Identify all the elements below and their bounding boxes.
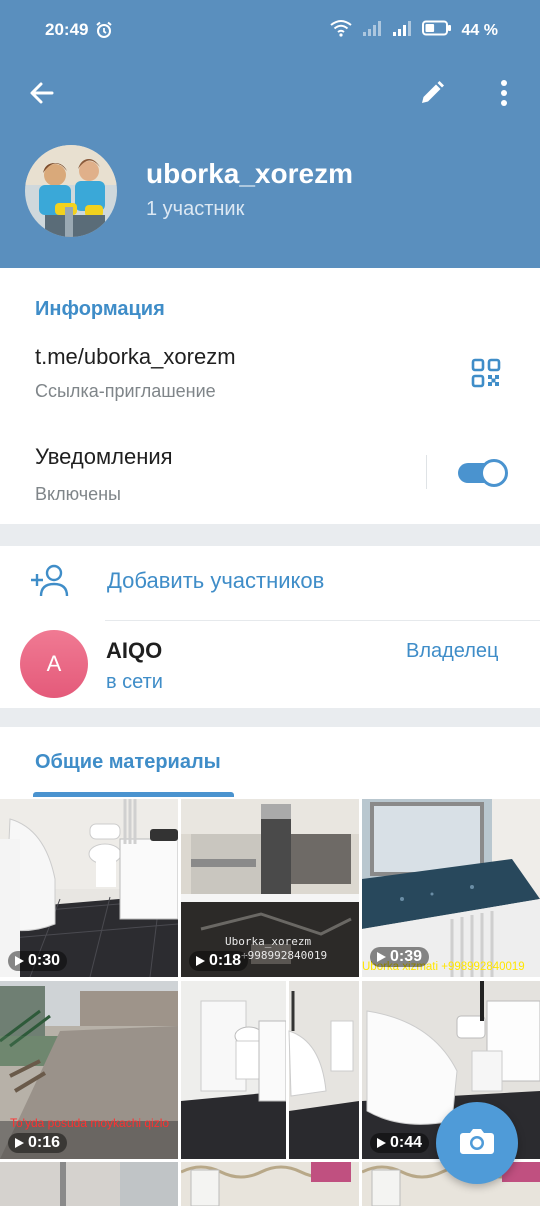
back-button[interactable] — [22, 75, 62, 115]
toggle-knob — [480, 459, 508, 487]
notifications-toggle[interactable] — [456, 458, 508, 488]
info-section-title: Информация — [35, 298, 165, 320]
media-video-tile[interactable]: To'yda posuda moykachi qizlo 0:16 — [0, 981, 178, 1159]
notifications-status: Включены — [35, 484, 121, 504]
play-icon — [196, 956, 205, 966]
qr-code-button[interactable] — [466, 355, 506, 395]
status-bar: 20:49 44 % — [0, 0, 540, 60]
video-overlay-text: Uborka_xorezm — [225, 935, 312, 948]
status-time: 20:49 — [45, 20, 89, 39]
media-photo-tile[interactable] — [181, 1162, 359, 1206]
more-options-button[interactable] — [484, 75, 524, 115]
media-video-tile[interactable]: Uborka_xorezm +998992840019 0:18 — [181, 799, 359, 977]
members-count: 1 участник — [146, 198, 245, 220]
member-status: в сети — [106, 671, 163, 693]
profile-header: 20:49 44 % uborka_xorezm 1 участник — [0, 0, 540, 268]
media-video-tile[interactable]: 0:30 — [0, 799, 178, 977]
video-overlay-text: +998992840019 — [241, 949, 328, 962]
pencil-icon — [418, 79, 446, 112]
arrow-left-icon — [28, 79, 56, 112]
group-title: uborka_xorezm — [146, 158, 353, 189]
add-members-label: Добавить участников — [107, 568, 325, 593]
camera-button[interactable] — [436, 1102, 518, 1184]
battery-percent: 44 % — [461, 21, 498, 39]
add-user-icon — [30, 563, 70, 604]
member-role: Владелец — [406, 640, 499, 662]
group-avatar[interactable] — [25, 145, 117, 237]
alarm-icon — [95, 21, 113, 44]
member-name: AIQO — [106, 638, 163, 663]
invite-link[interactable]: t.me/uborka_xorezm — [35, 344, 236, 370]
member-avatar: A — [20, 630, 88, 698]
play-icon — [377, 1138, 386, 1148]
edit-button[interactable] — [412, 75, 452, 115]
media-photo-tile[interactable] — [181, 981, 359, 1159]
video-duration: 0:44 — [370, 1133, 430, 1153]
battery-icon — [421, 20, 452, 41]
tab-indicator — [33, 792, 234, 797]
play-icon — [15, 956, 24, 966]
qr-code-icon — [471, 358, 501, 393]
signal-icon — [362, 20, 382, 41]
invite-link-caption: Ссылка-приглашение — [35, 381, 216, 401]
more-vertical-icon — [500, 79, 508, 112]
video-duration: 0:30 — [8, 951, 68, 971]
camera-icon — [459, 1126, 495, 1161]
wifi-icon — [329, 19, 352, 42]
play-icon — [15, 1138, 24, 1148]
media-photo-tile[interactable] — [0, 1162, 178, 1206]
notifications-title[interactable]: Уведомления — [35, 444, 173, 470]
play-icon — [377, 952, 386, 962]
signal-icon — [392, 20, 412, 41]
video-duration: 0:39 — [370, 947, 430, 967]
video-duration: 0:18 — [189, 951, 249, 971]
video-duration: 0:16 — [8, 1133, 68, 1153]
tab-shared-media[interactable]: Общие материалы — [35, 751, 221, 774]
divider — [426, 455, 427, 489]
video-overlay-text: To'yda posuda moykachi qizlo — [10, 1116, 170, 1130]
media-video-tile[interactable]: Uborka xizmati +998992840019 0:39 — [362, 799, 540, 977]
